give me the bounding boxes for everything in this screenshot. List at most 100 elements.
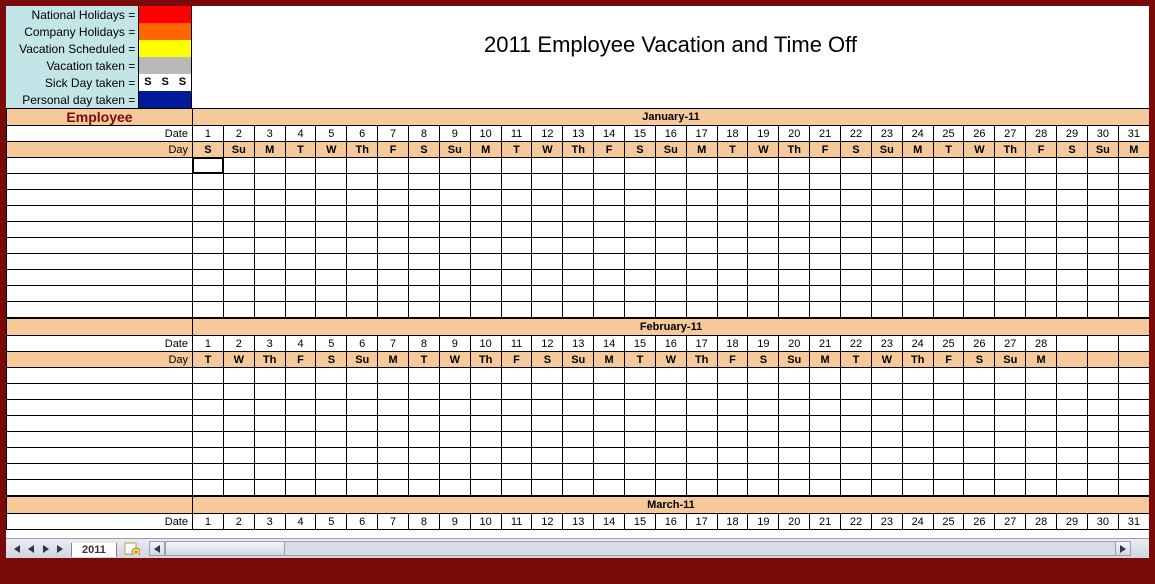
data-cell[interactable] — [501, 416, 532, 432]
day-cell[interactable]: S — [409, 142, 440, 158]
day-cell[interactable]: S — [625, 142, 656, 158]
date-cell[interactable]: 30 — [1087, 126, 1118, 142]
data-cell[interactable] — [779, 206, 810, 222]
data-cell[interactable] — [316, 302, 347, 318]
data-cell[interactable] — [841, 158, 872, 174]
data-cell[interactable] — [439, 464, 470, 480]
data-cell[interactable] — [347, 238, 378, 254]
data-cell[interactable] — [1026, 384, 1057, 400]
data-cell[interactable] — [532, 448, 563, 464]
data-cell[interactable] — [748, 270, 779, 286]
data-cell[interactable] — [223, 222, 254, 238]
data-cell[interactable] — [1057, 254, 1088, 270]
data-cell[interactable] — [594, 464, 625, 480]
data-cell[interactable] — [717, 368, 748, 384]
date-cell[interactable]: 3 — [254, 126, 285, 142]
data-cell[interactable] — [316, 480, 347, 496]
data-cell[interactable] — [1087, 254, 1118, 270]
data-cell[interactable] — [779, 190, 810, 206]
data-cell[interactable] — [902, 270, 933, 286]
data-cell[interactable] — [871, 190, 902, 206]
data-cell[interactable] — [439, 432, 470, 448]
data-cell[interactable] — [347, 400, 378, 416]
data-cell[interactable] — [748, 286, 779, 302]
data-cell[interactable] — [625, 270, 656, 286]
data-cell[interactable] — [748, 480, 779, 496]
data-cell[interactable] — [810, 302, 841, 318]
data-cell[interactable] — [347, 384, 378, 400]
day-cell[interactable]: M — [902, 142, 933, 158]
data-cell[interactable] — [378, 286, 409, 302]
data-cell[interactable] — [902, 190, 933, 206]
date-cell[interactable]: 6 — [347, 514, 378, 530]
data-cell[interactable] — [316, 190, 347, 206]
data-cell[interactable] — [933, 174, 964, 190]
data-cell[interactable] — [995, 432, 1026, 448]
data-cell[interactable] — [285, 384, 316, 400]
data-cell[interactable] — [810, 480, 841, 496]
data-cell[interactable] — [193, 384, 224, 400]
date-cell[interactable]: 29 — [1057, 126, 1088, 142]
day-cell[interactable]: S — [841, 142, 872, 158]
data-cell[interactable] — [378, 222, 409, 238]
date-cell[interactable]: 3 — [254, 514, 285, 530]
data-cell[interactable] — [409, 174, 440, 190]
data-cell[interactable] — [871, 158, 902, 174]
data-cell[interactable] — [285, 286, 316, 302]
day-cell[interactable]: S — [1057, 142, 1088, 158]
data-cell[interactable] — [347, 222, 378, 238]
data-cell[interactable] — [686, 238, 717, 254]
data-cell[interactable] — [439, 238, 470, 254]
data-cell[interactable] — [964, 432, 995, 448]
data-cell[interactable] — [439, 448, 470, 464]
data-cell[interactable] — [1087, 238, 1118, 254]
data-cell[interactable] — [995, 302, 1026, 318]
data-cell[interactable] — [1026, 448, 1057, 464]
date-cell[interactable]: 11 — [501, 514, 532, 530]
data-cell[interactable] — [810, 448, 841, 464]
data-cell[interactable] — [316, 222, 347, 238]
date-cell[interactable]: 2 — [223, 336, 254, 352]
data-cell[interactable] — [871, 464, 902, 480]
data-cell[interactable] — [193, 400, 224, 416]
data-cell[interactable] — [902, 432, 933, 448]
data-cell[interactable] — [1087, 432, 1118, 448]
data-cell[interactable] — [995, 270, 1026, 286]
data-cell[interactable] — [933, 448, 964, 464]
data-cell[interactable] — [532, 222, 563, 238]
date-cell[interactable]: 22 — [841, 514, 872, 530]
data-cell[interactable] — [686, 286, 717, 302]
data-cell[interactable] — [254, 206, 285, 222]
data-cell[interactable] — [378, 480, 409, 496]
date-cell[interactable]: 15 — [625, 514, 656, 530]
date-cell[interactable]: 6 — [347, 336, 378, 352]
data-cell[interactable] — [871, 448, 902, 464]
data-cell[interactable] — [655, 238, 686, 254]
data-cell[interactable] — [933, 206, 964, 222]
employee-cell[interactable] — [7, 174, 193, 190]
data-cell[interactable] — [841, 302, 872, 318]
data-cell[interactable] — [563, 174, 594, 190]
data-cell[interactable] — [470, 432, 501, 448]
data-cell[interactable] — [871, 174, 902, 190]
data-cell[interactable] — [316, 206, 347, 222]
date-cell[interactable]: 7 — [378, 336, 409, 352]
data-cell[interactable] — [501, 222, 532, 238]
data-cell[interactable] — [1057, 174, 1088, 190]
data-cell[interactable] — [1118, 270, 1149, 286]
data-cell[interactable] — [871, 368, 902, 384]
date-cell[interactable]: 24 — [902, 514, 933, 530]
day-cell[interactable]: F — [933, 352, 964, 368]
data-cell[interactable] — [841, 254, 872, 270]
data-cell[interactable] — [1057, 270, 1088, 286]
employee-cell[interactable] — [7, 432, 193, 448]
data-cell[interactable] — [378, 254, 409, 270]
data-cell[interactable] — [717, 238, 748, 254]
data-cell[interactable] — [686, 254, 717, 270]
data-cell[interactable] — [1087, 480, 1118, 496]
data-cell[interactable] — [779, 416, 810, 432]
data-cell[interactable] — [470, 400, 501, 416]
data-cell[interactable] — [902, 368, 933, 384]
date-cell[interactable]: 20 — [779, 336, 810, 352]
data-cell[interactable] — [841, 368, 872, 384]
